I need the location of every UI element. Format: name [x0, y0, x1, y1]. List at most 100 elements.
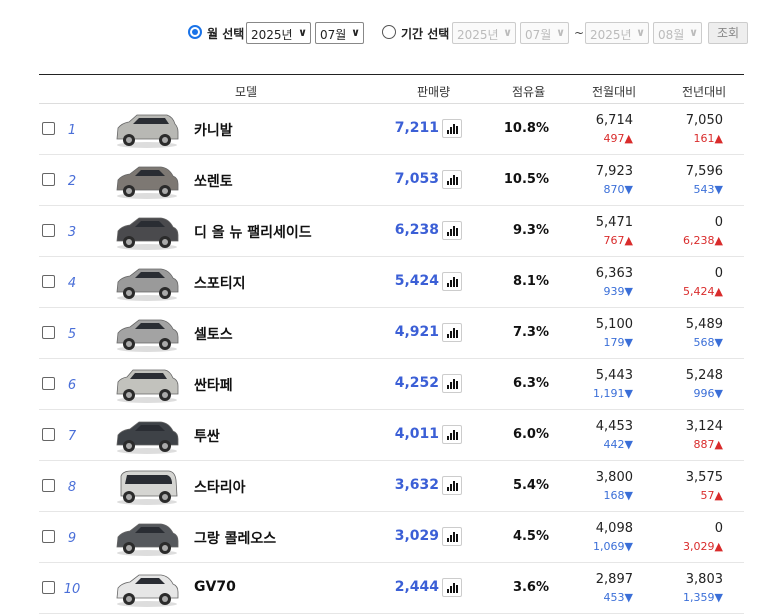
- mom-value: 6,363: [595, 266, 633, 281]
- month-month-select[interactable]: 07월 ∨: [315, 22, 364, 44]
- mom-diff: 497▲: [603, 132, 633, 145]
- to-year-select[interactable]: 2025년 ∨: [585, 22, 649, 44]
- model-name[interactable]: 스타리아: [194, 477, 246, 497]
- header-share: 점유율: [512, 85, 546, 99]
- yoy-diff: 568▼: [693, 336, 723, 349]
- market-share: 7.3%: [512, 325, 549, 340]
- yoy-diff: 543▼: [693, 183, 723, 196]
- bar-chart-icon[interactable]: [442, 425, 462, 444]
- model-name[interactable]: 그랑 콜레오스: [194, 528, 276, 548]
- chevron-down-icon: ∨: [351, 26, 360, 39]
- bar-chart-icon[interactable]: [442, 374, 462, 393]
- bar-chart-icon[interactable]: [442, 527, 462, 546]
- row-checkbox[interactable]: [42, 275, 55, 288]
- car-thumbnail: [113, 262, 181, 302]
- car-thumbnail: [113, 517, 181, 557]
- yoy-diff: 996▼: [693, 387, 723, 400]
- yoy-diff: 161▲: [693, 132, 723, 145]
- from-year-select[interactable]: 2025년 ∨: [452, 22, 516, 44]
- from-month-select[interactable]: 07월 ∨: [520, 22, 569, 44]
- car-thumbnail: [113, 211, 181, 251]
- rank-number: 6: [67, 378, 77, 393]
- bar-chart-icon[interactable]: [442, 119, 462, 138]
- yoy-value: 0: [714, 521, 723, 536]
- model-name[interactable]: 디 올 뉴 팰리세이드: [194, 222, 312, 242]
- month-select-label[interactable]: 월 선택: [207, 25, 244, 42]
- yoy-value: 7,596: [685, 164, 723, 179]
- rank-number: 4: [67, 276, 77, 291]
- mom-diff: 168▼: [603, 489, 633, 502]
- header-mom: 전월대비: [592, 85, 637, 99]
- mom-diff: 442▼: [603, 438, 633, 451]
- bar-chart-icon[interactable]: [442, 221, 462, 240]
- car-thumbnail: [113, 466, 181, 506]
- sales-count: 4,921: [394, 324, 439, 340]
- sales-count: 4,252: [394, 375, 439, 391]
- yoy-diff: 3,029▲: [683, 540, 723, 553]
- period-select-label[interactable]: 기간 선택: [401, 25, 449, 42]
- yoy-diff: 1,359▼: [683, 591, 723, 604]
- to-month-select[interactable]: 08월 ∨: [653, 22, 702, 44]
- car-thumbnail: [113, 568, 181, 608]
- rank-number: 9: [67, 531, 77, 546]
- mom-value: 5,471: [595, 215, 633, 230]
- mom-value: 7,923: [595, 164, 633, 179]
- row-checkbox[interactable]: [42, 224, 55, 237]
- month-select-radio[interactable]: [188, 25, 202, 39]
- mom-diff: 1,191▼: [593, 387, 633, 400]
- market-share: 10.8%: [503, 121, 549, 136]
- model-name[interactable]: 카니발: [194, 120, 233, 140]
- sales-count: 3,632: [394, 477, 439, 493]
- mom-value: 2,897: [595, 572, 633, 587]
- car-thumbnail: [113, 109, 181, 149]
- model-name[interactable]: 스포티지: [194, 273, 246, 293]
- row-checkbox[interactable]: [42, 581, 55, 594]
- month-year-select[interactable]: 2025년 ∨: [246, 22, 311, 44]
- header-sales: 판매량: [417, 85, 451, 99]
- yoy-diff: 6,238▲: [683, 234, 723, 247]
- month-month-value: 07월: [320, 28, 347, 42]
- row-checkbox[interactable]: [42, 377, 55, 390]
- row-checkbox[interactable]: [42, 122, 55, 135]
- bar-chart-icon[interactable]: [442, 578, 462, 597]
- row-checkbox[interactable]: [42, 530, 55, 543]
- from-month-value: 07월: [525, 28, 552, 42]
- model-name[interactable]: 싼타페: [194, 375, 233, 395]
- row-checkbox[interactable]: [42, 428, 55, 441]
- mom-diff: 1,069▼: [593, 540, 633, 553]
- month-year-value: 2025년: [251, 28, 293, 42]
- market-share: 3.6%: [512, 580, 549, 595]
- bar-chart-icon[interactable]: [442, 272, 462, 291]
- search-button[interactable]: 조회: [708, 22, 748, 44]
- car-thumbnail: [113, 415, 181, 455]
- mom-value: 5,100: [595, 317, 633, 332]
- sales-count: 6,238: [394, 222, 439, 238]
- mom-diff: 179▼: [603, 336, 633, 349]
- bar-chart-icon[interactable]: [442, 476, 462, 495]
- from-year-value: 2025년: [457, 28, 499, 42]
- car-thumbnail: [113, 364, 181, 404]
- row-checkbox[interactable]: [42, 479, 55, 492]
- row-checkbox[interactable]: [42, 173, 55, 186]
- bar-chart-icon[interactable]: [442, 170, 462, 189]
- model-name[interactable]: 쏘렌토: [194, 171, 233, 191]
- model-name[interactable]: 투싼: [194, 426, 220, 446]
- yoy-diff: 57▲: [700, 489, 723, 502]
- market-share: 10.5%: [503, 172, 549, 187]
- rank-number: 1: [67, 123, 77, 138]
- bar-chart-icon[interactable]: [442, 323, 462, 342]
- mom-value: 4,453: [595, 419, 633, 434]
- table-row: 10 GV70 2,444 3.6% 2,897 453▼ 3,803 1,359▼: [39, 563, 744, 614]
- yoy-value: 7,050: [685, 113, 723, 128]
- car-thumbnail: [113, 160, 181, 200]
- header-yoy: 전년대비: [682, 85, 727, 99]
- model-name[interactable]: 셀토스: [194, 324, 233, 344]
- model-name[interactable]: GV70: [194, 579, 236, 595]
- table-row: 8 스타리아 3,632 5.4% 3,800 168▼ 3,575 57▲: [39, 461, 744, 512]
- filter-bar: 월 선택 2025년 ∨ 07월 ∨ 기간 선택 2025년 ∨ 07월 ∨ ~ 202…: [0, 21, 762, 45]
- period-select-radio[interactable]: [382, 25, 396, 39]
- mom-diff: 939▼: [603, 285, 633, 298]
- market-share: 6.3%: [512, 376, 549, 391]
- table-row: 5 셀토스 4,921 7.3% 5,100 179▼ 5,489 568▼: [39, 308, 744, 359]
- row-checkbox[interactable]: [42, 326, 55, 339]
